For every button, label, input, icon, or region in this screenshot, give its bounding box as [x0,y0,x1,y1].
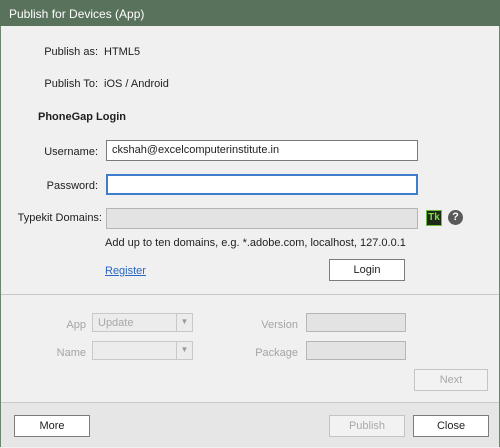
name-label: Name [56,347,86,359]
app-label: App [66,319,86,331]
app-select-value: Update [98,317,134,329]
app-select[interactable]: Update ▼ [92,313,193,332]
name-select[interactable]: ▼ [92,341,193,360]
typekit-icon[interactable]: Tk [426,210,442,226]
publish-as-value: HTML5 [104,46,141,58]
typekit-hint: Add up to ten domains, e.g. *.adobe.com,… [105,237,406,249]
password-input[interactable] [106,174,418,195]
divider [1,294,499,295]
version-label: Version [261,319,298,331]
chevron-down-icon: ▼ [176,314,192,331]
more-button[interactable]: More [14,415,90,437]
package-label: Package [255,347,298,359]
publish-to-label: Publish To: [44,78,98,90]
version-input[interactable] [306,313,406,332]
publish-as-label: Publish as: [44,46,98,58]
close-button[interactable]: Close [413,415,489,437]
chevron-down-icon: ▼ [176,342,192,359]
typekit-label: Typekit Domains: [17,212,102,224]
publish-to-value: iOS / Android [104,78,169,90]
username-input[interactable]: ckshah@excelcomputerinstitute.in [106,140,418,161]
username-label: Username: [44,146,98,158]
next-button[interactable]: Next [414,369,488,391]
package-input[interactable] [306,341,406,360]
window-title: Publish for Devices (App) [9,7,145,21]
login-button[interactable]: Login [329,259,405,281]
title-bar: Publish for Devices (App) [0,0,500,26]
section-title: PhoneGap Login [38,111,126,123]
register-link[interactable]: Register [105,265,146,277]
typekit-domains-input[interactable] [106,208,418,229]
password-label: Password: [46,180,98,192]
help-icon[interactable]: ? [448,210,463,225]
publish-button[interactable]: Publish [329,415,405,437]
